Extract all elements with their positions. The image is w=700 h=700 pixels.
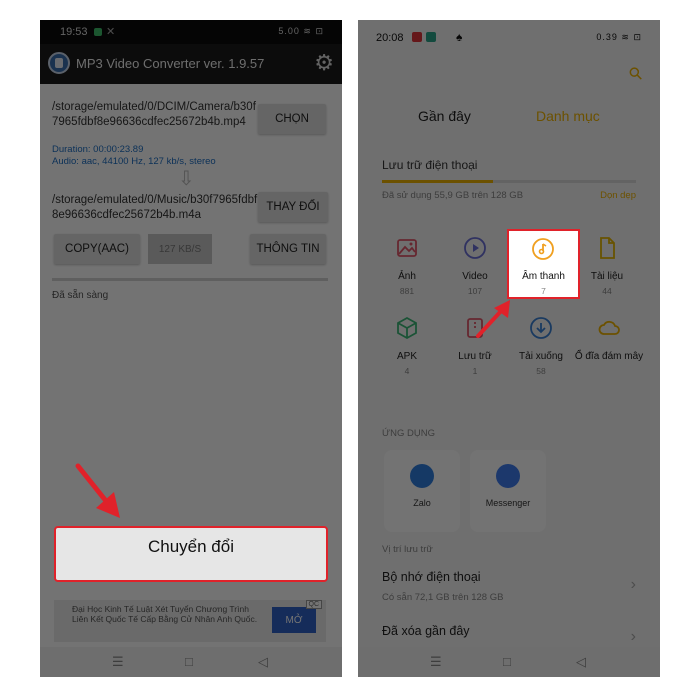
back-nav-icon[interactable]: ◁ bbox=[258, 654, 268, 670]
search-icon[interactable]: ⚲ bbox=[624, 63, 647, 86]
category-count: 881 bbox=[399, 286, 415, 296]
category-count: 44 bbox=[602, 286, 612, 296]
category-video[interactable]: Video 107 bbox=[440, 236, 510, 296]
category-archive[interactable]: Lưu trữ 1 bbox=[440, 316, 510, 376]
category-name: APK bbox=[396, 351, 417, 362]
apps-section-label: ỨNG DỤNG bbox=[382, 428, 435, 439]
apk-box-icon bbox=[397, 316, 417, 340]
category-images[interactable]: Ảnh 881 bbox=[372, 236, 442, 296]
change-output-button[interactable]: THAY ĐỔI bbox=[258, 192, 328, 222]
location-section-label: Vị trí lưu trữ bbox=[382, 544, 433, 555]
cloud-icon bbox=[598, 320, 620, 335]
system-nav-bar: ☰ □ ◁ bbox=[40, 647, 342, 677]
zalo-icon bbox=[410, 464, 434, 488]
recently-deleted-item[interactable]: Đã xóa gần đây bbox=[382, 624, 470, 638]
category-cloud[interactable]: Ổ đĩa đám mây bbox=[574, 316, 644, 363]
category-count: 4 bbox=[404, 366, 410, 376]
category-apk[interactable]: APK 4 bbox=[372, 316, 442, 376]
category-name: Ảnh bbox=[398, 271, 416, 282]
storage-title[interactable]: Lưu trữ điện thoại bbox=[382, 158, 477, 172]
tab-category[interactable]: Danh mục bbox=[536, 108, 600, 124]
arrow-down-icon: ⇩ bbox=[178, 168, 195, 190]
status-indicators: 0.39 ≋ ⊡ bbox=[596, 32, 642, 42]
clean-button[interactable]: Dọn dẹp bbox=[600, 190, 636, 201]
music-note-icon bbox=[532, 238, 554, 260]
app-name: Messenger bbox=[485, 498, 531, 508]
chevron-right-icon: › bbox=[630, 576, 636, 593]
category-count: 1 bbox=[472, 366, 478, 376]
format-select-button[interactable]: COPY(AAC) bbox=[54, 234, 140, 264]
menu-nav-icon[interactable]: ☰ bbox=[430, 654, 442, 670]
download-icon bbox=[530, 317, 552, 339]
category-name: Tải xuống bbox=[519, 351, 563, 362]
system-nav-bar: ☰ □ ◁ bbox=[358, 647, 660, 677]
choose-file-button[interactable]: CHỌN bbox=[258, 104, 326, 134]
video-play-icon bbox=[464, 237, 486, 259]
category-name: Ổ đĩa đám mây bbox=[574, 351, 644, 362]
storage-used-text: Đã sử dụng 55,9 GB trên 128 GB bbox=[382, 190, 524, 201]
ad-text: Đại Học Kinh Tế Luật Xét Tuyển Chương Tr… bbox=[72, 604, 258, 624]
image-icon bbox=[397, 239, 417, 257]
status-time: 19:53 bbox=[60, 26, 88, 38]
category-audio[interactable]: Âm thanh 7 bbox=[507, 229, 580, 299]
app-zalo[interactable]: Zalo bbox=[384, 450, 460, 532]
app-logo-icon bbox=[48, 52, 70, 74]
category-count: 7 bbox=[541, 286, 546, 296]
ready-status-text: Đã sẵn sàng bbox=[52, 290, 109, 301]
home-nav-icon[interactable]: □ bbox=[503, 654, 511, 670]
source-file-path: /storage/emulated/0/DCIM/Camera/b30f7965… bbox=[52, 101, 256, 128]
status-bar: 20:08 ♠ 0.39 ≋ ⊡ bbox=[358, 20, 660, 48]
chevron-right-icon: › bbox=[630, 628, 636, 645]
storage-usage-bar bbox=[382, 180, 636, 183]
ad-open-button[interactable]: MỞ bbox=[272, 607, 316, 633]
category-documents[interactable]: Tài liệu 44 bbox=[572, 236, 642, 296]
duration-text: Duration: 00:00:23.89 bbox=[52, 144, 144, 155]
category-count: 107 bbox=[467, 286, 483, 296]
spade-icon: ♠ bbox=[456, 30, 463, 44]
phone-memory-subtext: Có sẵn 72,1 GB trên 128 GB bbox=[382, 592, 504, 603]
category-name: Lưu trữ bbox=[458, 351, 492, 362]
status-indicators: 5.00 ≋ ⊡ bbox=[278, 26, 324, 36]
progress-bar bbox=[52, 278, 328, 281]
notification-icon bbox=[94, 28, 102, 36]
messenger-icon bbox=[496, 464, 520, 488]
storage-usage-fill bbox=[382, 180, 493, 183]
category-name: Âm thanh bbox=[522, 271, 565, 282]
tab-recent[interactable]: Gần đây bbox=[418, 108, 471, 124]
app-messenger[interactable]: Messenger bbox=[470, 450, 546, 532]
gear-icon[interactable]: ⚙ bbox=[314, 50, 334, 76]
menu-nav-icon[interactable]: ☰ bbox=[112, 654, 124, 670]
notification-icon bbox=[426, 32, 436, 42]
ad-banner[interactable]: Đại Học Kinh Tế Luật Xét Tuyển Chương Tr… bbox=[54, 600, 326, 642]
status-time: 20:08 bbox=[376, 32, 404, 44]
info-button[interactable]: THÔNG TIN bbox=[250, 234, 326, 264]
app-toolbar: MP3 Video Converter ver. 1.9.57 ⚙ bbox=[40, 44, 342, 84]
app-name: Zalo bbox=[413, 498, 431, 508]
phone-memory-item[interactable]: Bộ nhớ điện thoại bbox=[382, 570, 481, 584]
close-notification-icon: ✕ bbox=[106, 26, 116, 38]
bitrate-display: 127 KB/S bbox=[148, 234, 212, 264]
status-bar: 19:53 ✕ 5.00 ≋ ⊡ bbox=[40, 20, 342, 44]
output-file-path: /storage/emulated/0/Music/b30f7965fdbf8e… bbox=[52, 194, 258, 221]
category-name: Video bbox=[462, 271, 488, 282]
back-nav-icon[interactable]: ◁ bbox=[576, 654, 586, 670]
ad-badge: QC bbox=[305, 600, 322, 609]
category-count: 58 bbox=[536, 366, 546, 376]
convert-button[interactable]: Chuyển đổi bbox=[54, 526, 328, 582]
category-downloads[interactable]: Tải xuống 58 bbox=[506, 316, 576, 376]
category-name: Tài liệu bbox=[590, 271, 624, 282]
archive-icon bbox=[467, 318, 483, 338]
app-title: MP3 Video Converter ver. 1.9.57 bbox=[76, 56, 265, 71]
right-phone-screen: 20:08 ♠ 0.39 ≋ ⊡ ⚲ Gần đây Danh mục Lưu … bbox=[358, 20, 660, 677]
notification-icon bbox=[412, 32, 422, 42]
home-nav-icon[interactable]: □ bbox=[185, 654, 193, 670]
document-icon bbox=[600, 237, 615, 259]
